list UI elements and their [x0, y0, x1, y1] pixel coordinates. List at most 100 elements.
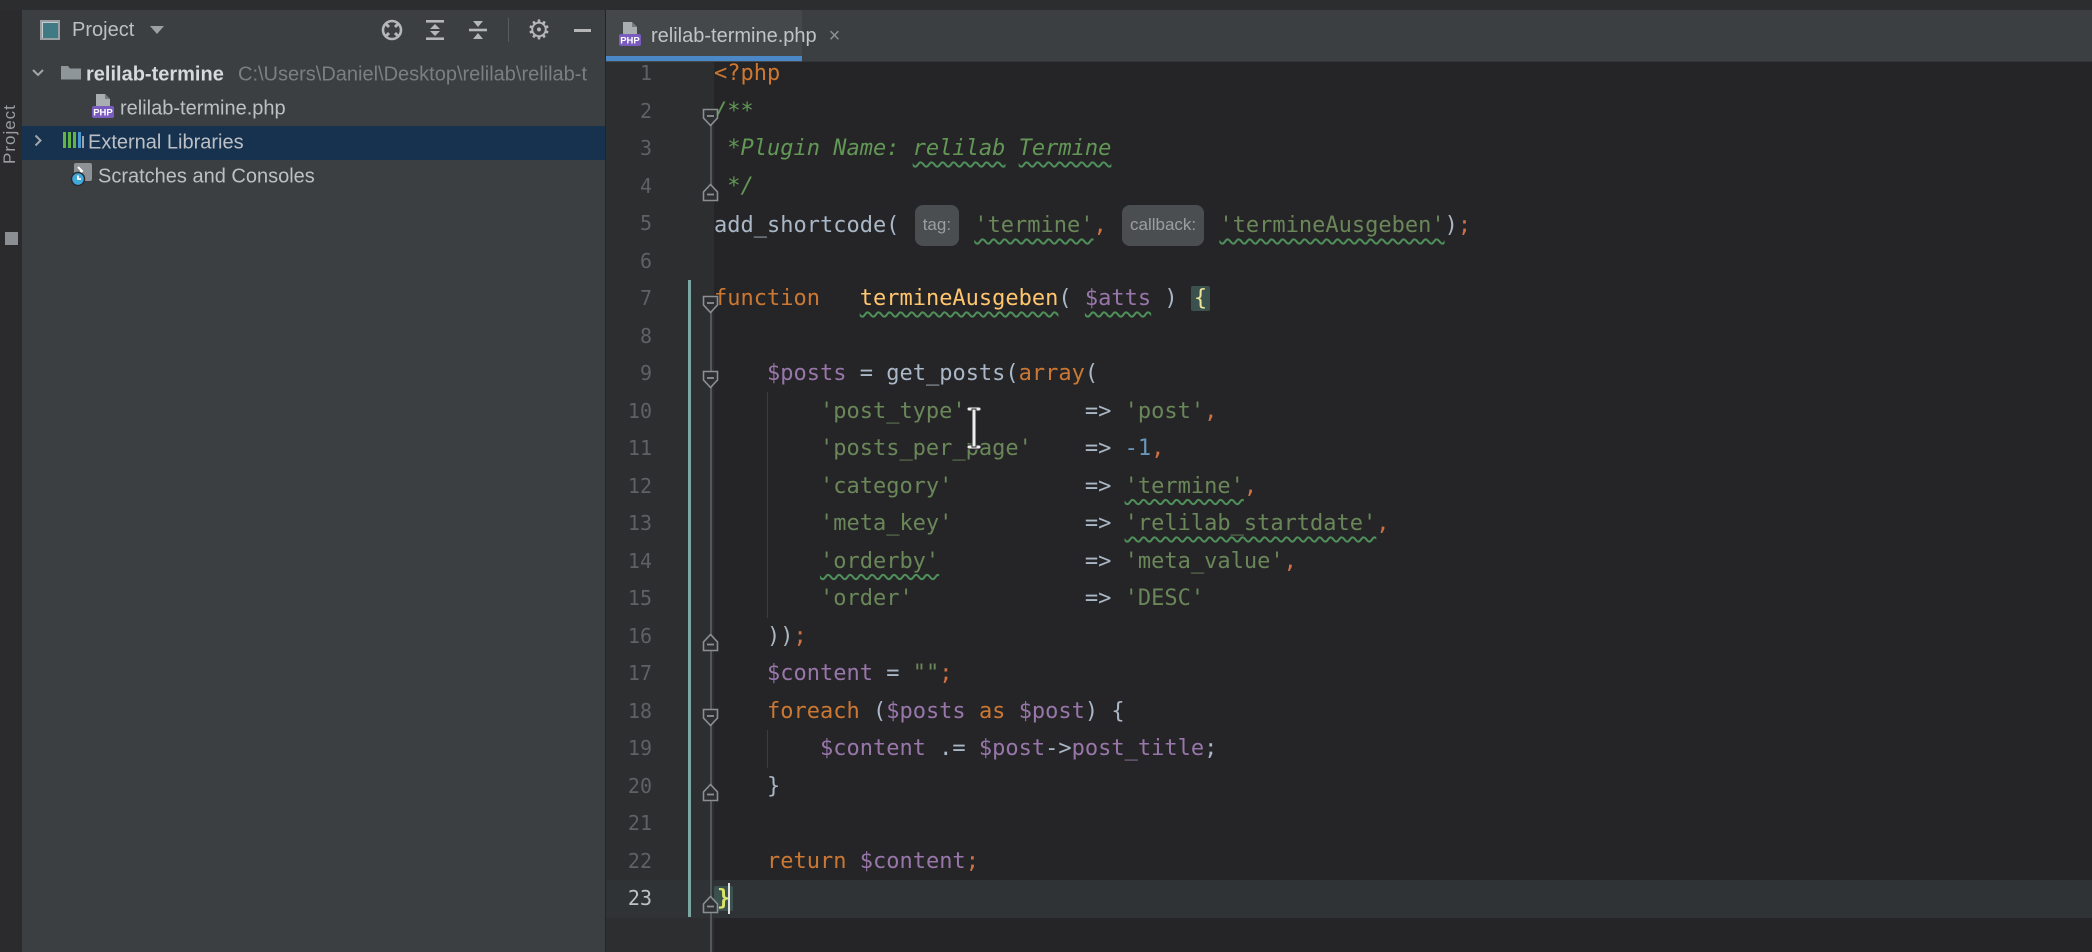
tree-row-external-libraries[interactable]: External Libraries — [22, 126, 605, 160]
line-number[interactable]: 4 — [606, 168, 652, 206]
chevron-right-icon[interactable] — [30, 132, 46, 155]
project-stripe-button[interactable]: Project — [0, 54, 22, 214]
code-line[interactable]: 16 )); — [606, 618, 2092, 656]
line-number[interactable]: 9 — [606, 355, 652, 393]
panel-header-toolbar: ⚙ — [379, 10, 595, 50]
code-token: 'category' — [820, 474, 952, 499]
line-number[interactable]: 21 — [606, 805, 652, 843]
code-token — [846, 849, 859, 874]
code-token — [714, 399, 820, 424]
line-number[interactable]: 11 — [606, 430, 652, 468]
code-token — [714, 849, 767, 874]
code-line[interactable]: 7function termineAusgeben( $atts ) { — [606, 280, 2092, 318]
php-icon: PHP — [91, 93, 115, 125]
code-line[interactable]: 20 } — [606, 768, 2092, 806]
code-line[interactable]: 4 */ — [606, 168, 2092, 206]
code-token: $posts — [886, 699, 965, 724]
code-token: ( — [1085, 361, 1098, 386]
line-number[interactable]: 12 — [606, 468, 652, 506]
line-number[interactable]: 3 — [606, 130, 652, 168]
svg-text:PHP: PHP — [93, 108, 113, 119]
code-token: 'order' — [820, 586, 913, 611]
code-token — [1107, 213, 1120, 238]
tree-row-scratches[interactable]: Scratches and Consoles — [22, 160, 605, 194]
tree-path: C:\Users\Daniel\Desktop\relilab\relilab-… — [238, 64, 603, 87]
tree-row-php-file[interactable]: PHPrelilab-termine.php — [22, 92, 605, 126]
code-token: array — [1019, 361, 1085, 386]
project-panel-title[interactable]: Project — [72, 19, 134, 42]
code-token: , — [1284, 549, 1297, 574]
code-line[interactable]: 11 'posts_per_page' => -1, — [606, 430, 2092, 468]
line-number[interactable]: 7 — [606, 280, 652, 318]
code-token: foreach — [767, 699, 860, 724]
code-line[interactable]: 10 'post_type' => 'post', — [606, 393, 2092, 431]
line-number[interactable]: 23 — [606, 880, 652, 918]
code-line[interactable]: 21 — [606, 805, 2092, 843]
code-token: ; — [1204, 736, 1217, 761]
line-number[interactable]: 22 — [606, 843, 652, 881]
line-number[interactable]: 18 — [606, 693, 652, 731]
line-number[interactable]: 1 — [606, 62, 652, 93]
chevron-down-icon[interactable] — [30, 64, 46, 87]
code-token: 'meta_value' — [1125, 549, 1284, 574]
line-number[interactable]: 19 — [606, 730, 652, 768]
code-line[interactable]: 23} — [606, 880, 2092, 918]
line-number[interactable]: 20 — [606, 768, 652, 806]
fold-end-marker-icon[interactable] — [702, 889, 719, 927]
code-token — [714, 474, 820, 499]
code-line[interactable]: 8 — [606, 318, 2092, 356]
code-line[interactable]: 6 — [606, 243, 2092, 281]
code-token — [939, 549, 1085, 574]
line-number[interactable]: 15 — [606, 580, 652, 618]
text-caret — [728, 883, 730, 914]
line-number[interactable]: 5 — [606, 205, 652, 243]
code-token — [714, 661, 767, 686]
code-token — [1206, 213, 1219, 238]
tree-row-project-root[interactable]: relilab-termine C:\Users\Daniel\Desktop\… — [22, 58, 605, 92]
code-line[interactable]: 5add_shortcode( tag: 'termine', callback… — [606, 205, 2092, 243]
code-token: Termine — [1019, 136, 1112, 161]
code-line[interactable]: 17 $content = ""; — [606, 655, 2092, 693]
line-number[interactable]: 8 — [606, 318, 652, 356]
code-line[interactable]: 3 *Plugin Name: relilab Termine — [606, 130, 2092, 168]
line-number[interactable]: 13 — [606, 505, 652, 543]
code-token — [714, 361, 767, 386]
close-icon[interactable]: × — [829, 26, 841, 46]
code-token: 'termineAusgeben' — [1219, 213, 1444, 238]
code-line[interactable]: 22 return $content; — [606, 843, 2092, 881]
code-line[interactable]: 1<?php — [606, 62, 2092, 93]
code-line[interactable]: 13 'meta_key' => 'relilab_startdate', — [606, 505, 2092, 543]
collapse-all-icon[interactable] — [465, 17, 491, 43]
code-token: => — [1085, 549, 1125, 574]
line-number[interactable]: 14 — [606, 543, 652, 581]
locate-icon[interactable] — [379, 17, 405, 43]
code-token: = — [846, 361, 886, 386]
code-line[interactable]: 14 'orderby' => 'meta_value', — [606, 543, 2092, 581]
code-line[interactable]: 15 'order' => 'DESC' — [606, 580, 2092, 618]
chevron-down-icon[interactable] — [150, 26, 164, 34]
code-editor[interactable]: 1<?php2/**3 *Plugin Name: relilab Termin… — [606, 62, 2092, 952]
code-token — [714, 436, 820, 461]
line-number[interactable]: 10 — [606, 393, 652, 431]
code-token: => — [1085, 586, 1125, 611]
code-line[interactable]: 12 'category' => 'termine', — [606, 468, 2092, 506]
hide-panel-icon[interactable] — [569, 17, 595, 43]
line-number[interactable]: 2 — [606, 93, 652, 131]
ide-window: Project Project ⚙ relilab-termine C:\Use… — [0, 0, 2092, 952]
settings-gear-icon[interactable]: ⚙ — [526, 17, 552, 43]
line-number[interactable]: 16 — [606, 618, 652, 656]
code-line[interactable]: 19 $content .= $post->post_title; — [606, 730, 2092, 768]
line-number[interactable]: 17 — [606, 655, 652, 693]
code-line[interactable]: 18 foreach ($posts as $post) { — [606, 693, 2092, 731]
scratches-icon — [70, 162, 94, 192]
code-token: callback: — [1122, 205, 1204, 246]
code-token: , — [1094, 213, 1107, 238]
expand-all-icon[interactable] — [422, 17, 448, 43]
code-token: 'orderby' — [820, 549, 939, 574]
tab-label: relilab-termine.php — [651, 25, 817, 48]
code-line[interactable]: 2/** — [606, 93, 2092, 131]
tab-relilab-termine-php[interactable]: PHP relilab-termine.php × — [606, 10, 802, 62]
line-number[interactable]: 6 — [606, 243, 652, 281]
code-line[interactable]: 9 $posts = get_posts(array( — [606, 355, 2092, 393]
folder-icon — [60, 63, 82, 87]
